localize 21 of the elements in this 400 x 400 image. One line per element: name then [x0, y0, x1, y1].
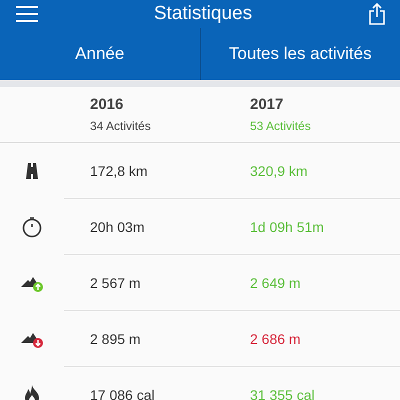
stat-value: 2 686 m	[250, 330, 302, 346]
menu-icon[interactable]	[16, 6, 38, 22]
stopwatch-icon	[21, 216, 43, 238]
year-label: 2017	[250, 96, 284, 113]
year-label: 2016	[90, 96, 124, 113]
stat-value: 320,9 km	[250, 162, 309, 178]
flame-icon	[24, 385, 40, 400]
stat-value: 1d 09h 51m	[250, 218, 325, 234]
stat-value: 2 567 m	[90, 274, 142, 290]
stat-value: 172,8 km	[90, 162, 149, 178]
stat-value: 31 355 cal	[250, 386, 316, 400]
share-icon[interactable]	[368, 3, 386, 25]
stat-value: 2 649 m	[250, 274, 302, 290]
stat-value: 20h 03m	[90, 218, 146, 234]
road-icon	[24, 163, 40, 179]
activity-count: 34 Activités	[90, 119, 152, 133]
activity-count: 53 Activités	[250, 119, 312, 133]
screen-title: Statistiques	[154, 3, 252, 25]
stat-value: 17 086 cal	[90, 386, 156, 400]
stat-value: 2 895 m	[90, 330, 142, 346]
tab[interactable]: Année	[0, 28, 200, 80]
